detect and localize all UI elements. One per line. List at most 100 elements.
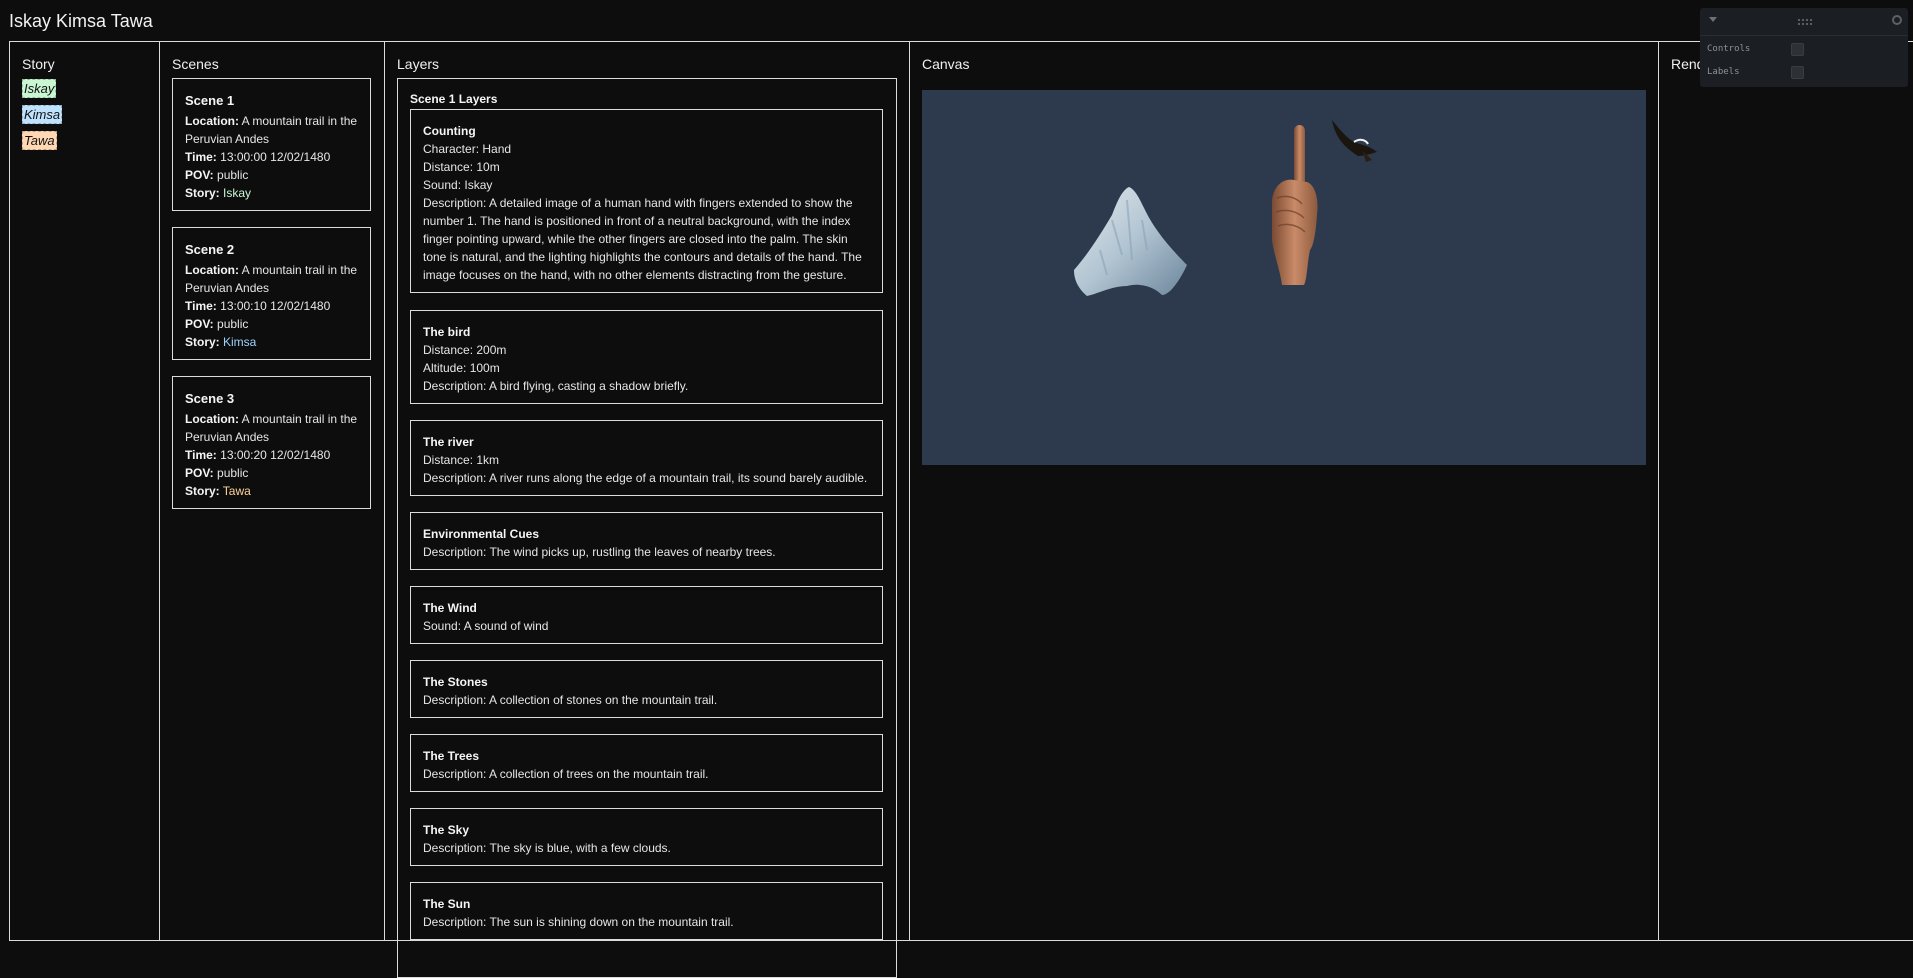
layer-line: Description: A detailed image of a human… — [423, 196, 862, 282]
scene-title: Scene 2 — [185, 242, 235, 257]
layer-title: Counting — [423, 124, 476, 138]
scenes-column-title: Scenes — [172, 56, 219, 72]
pov-label: POV: — [185, 317, 214, 331]
story-value: Tawa — [222, 484, 251, 498]
layer-title: The Stones — [423, 675, 488, 689]
layer-title: The Trees — [423, 749, 480, 763]
story-list: Iskay Kimsa Tawa — [22, 79, 63, 157]
layer-card-counting[interactable]: Counting Character: Hand Distance: 10m S… — [410, 109, 883, 293]
pov-value: public — [217, 317, 249, 331]
pov-label: POV: — [185, 168, 214, 182]
scene-layers-panel: Scene 1 Layers Counting Character: Hand … — [397, 78, 897, 978]
canvas-column: Canvas — [909, 41, 1659, 941]
time-label: Time: — [185, 299, 217, 313]
scene-title: Scene 3 — [185, 391, 235, 406]
layer-card-sun[interactable]: The Sun Description: The sun is shining … — [410, 882, 883, 940]
controls-checkbox[interactable] — [1791, 43, 1804, 56]
scene-pov: POV: public — [185, 464, 358, 482]
layer-title: The Sky — [423, 823, 470, 837]
layer-line: Distance: 200m — [423, 343, 507, 357]
layer-card-environmental-cues[interactable]: Environmental Cues Description: The wind… — [410, 512, 883, 570]
scene-story: Story: Iskay — [185, 184, 358, 202]
layer-line: Sound: A sound of wind — [423, 619, 549, 633]
scene-pov: POV: public — [185, 315, 358, 333]
layer-title: The bird — [423, 325, 471, 339]
scene-card-1[interactable]: Scene 1 Location: A mountain trail in th… — [172, 78, 371, 211]
time-value: 13:00:10 12/02/1480 — [220, 299, 331, 313]
layer-line: Altitude: 100m — [423, 361, 500, 375]
controls-toggle-row: Controls — [1707, 41, 1807, 57]
layer-card-stones[interactable]: The Stones Description: A collection of … — [410, 660, 883, 718]
layer-line: Character: Hand — [423, 142, 512, 156]
layer-line: Description: The sun is shining down on … — [423, 915, 734, 929]
bird-sprite — [1332, 120, 1377, 162]
story-item-kimsa[interactable]: Kimsa — [22, 105, 63, 124]
time-label: Time: — [185, 448, 217, 462]
layer-line: Description: A collection of stones on t… — [423, 693, 718, 707]
gui-controls-panel: Controls Labels — [1700, 8, 1908, 87]
layer-line: Distance: 1km — [423, 453, 500, 467]
scene-time: Time: 13:00:10 12/02/1480 — [185, 297, 358, 315]
location-label: Location: — [185, 114, 239, 128]
story-value: Iskay — [223, 186, 252, 200]
layer-line: Description: A river runs along the edge… — [423, 471, 868, 485]
layers-column: Layers Scene 1 Layers Counting Character… — [384, 41, 910, 978]
layer-line: Sound: Iskay — [423, 178, 493, 192]
collapse-caret-icon[interactable] — [1709, 17, 1717, 22]
pov-value: public — [217, 466, 249, 480]
layer-line: Distance: 10m — [423, 160, 500, 174]
layer-card-river[interactable]: The river Distance: 1km Description: A r… — [410, 420, 883, 496]
scene-pov: POV: public — [185, 166, 358, 184]
labels-checkbox[interactable] — [1791, 66, 1804, 79]
layers-column-title: Layers — [397, 56, 440, 72]
layer-card-wind[interactable]: The Wind Sound: A sound of wind — [410, 586, 883, 644]
layer-card-trees[interactable]: The Trees Description: A collection of t… — [410, 734, 883, 792]
scene-story: Story: Tawa — [185, 482, 358, 500]
labels-toggle-label: Labels — [1707, 67, 1740, 77]
scene-location: Location: A mountain trail in the Peruvi… — [185, 261, 358, 297]
drag-handle-icon[interactable] — [1797, 18, 1813, 26]
pov-value: public — [217, 168, 249, 182]
layer-title: Environmental Cues — [423, 527, 540, 541]
gui-panel-header[interactable] — [1700, 8, 1908, 36]
layer-line: Description: The sky is blue, with a few… — [423, 841, 671, 855]
layer-title: The river — [423, 435, 474, 449]
scene-location: Location: A mountain trail in the Peruvi… — [185, 112, 358, 148]
scene-time: Time: 13:00:00 12/02/1480 — [185, 148, 358, 166]
mountain-sprite — [1074, 187, 1187, 296]
layer-title: The Wind — [423, 601, 477, 615]
canvas-drawing — [1074, 120, 1377, 296]
story-value: Kimsa — [223, 335, 257, 349]
location-label: Location: — [185, 263, 239, 277]
story-item-iskay[interactable]: Iskay — [22, 79, 57, 98]
scene-title: Scene 1 — [185, 93, 235, 108]
scenes-column: Scenes Scene 1 Location: A mountain trai… — [159, 41, 385, 941]
scene-layers-title: Scene 1 Layers — [410, 92, 498, 106]
scene-canvas[interactable] — [922, 90, 1646, 465]
settings-icon[interactable] — [1892, 15, 1902, 25]
scene-card-2[interactable]: Scene 2 Location: A mountain trail in th… — [172, 227, 371, 360]
controls-toggle-label: Controls — [1707, 44, 1751, 54]
layer-title: The Sun — [423, 897, 471, 911]
scene-location: Location: A mountain trail in the Peruvi… — [185, 410, 358, 446]
scene-time: Time: 13:00:20 12/02/1480 — [185, 446, 358, 464]
story-label: Story: — [185, 186, 220, 200]
story-label: Story: — [185, 484, 220, 498]
layer-card-sky[interactable]: The Sky Description: The sky is blue, wi… — [410, 808, 883, 866]
time-value: 13:00:00 12/02/1480 — [220, 150, 331, 164]
location-label: Location: — [185, 412, 239, 426]
canvas-column-title: Canvas — [922, 56, 970, 72]
labels-toggle-row: Labels — [1707, 64, 1807, 80]
layer-line: Description: The wind picks up, rustling… — [423, 545, 776, 559]
time-label: Time: — [185, 150, 217, 164]
scene-card-3[interactable]: Scene 3 Location: A mountain trail in th… — [172, 376, 371, 509]
app-title: Iskay Kimsa Tawa — [9, 11, 153, 31]
scene-story: Story: Kimsa — [185, 333, 358, 351]
render-column: Rend — [1658, 41, 1913, 941]
layer-line: Description: A bird flying, casting a sh… — [423, 379, 689, 393]
layer-card-bird[interactable]: The bird Distance: 200m Altitude: 100m D… — [410, 310, 883, 404]
pov-label: POV: — [185, 466, 214, 480]
time-value: 13:00:20 12/02/1480 — [220, 448, 331, 462]
layer-line: Description: A collection of trees on th… — [423, 767, 709, 781]
story-item-tawa[interactable]: Tawa — [22, 131, 57, 150]
